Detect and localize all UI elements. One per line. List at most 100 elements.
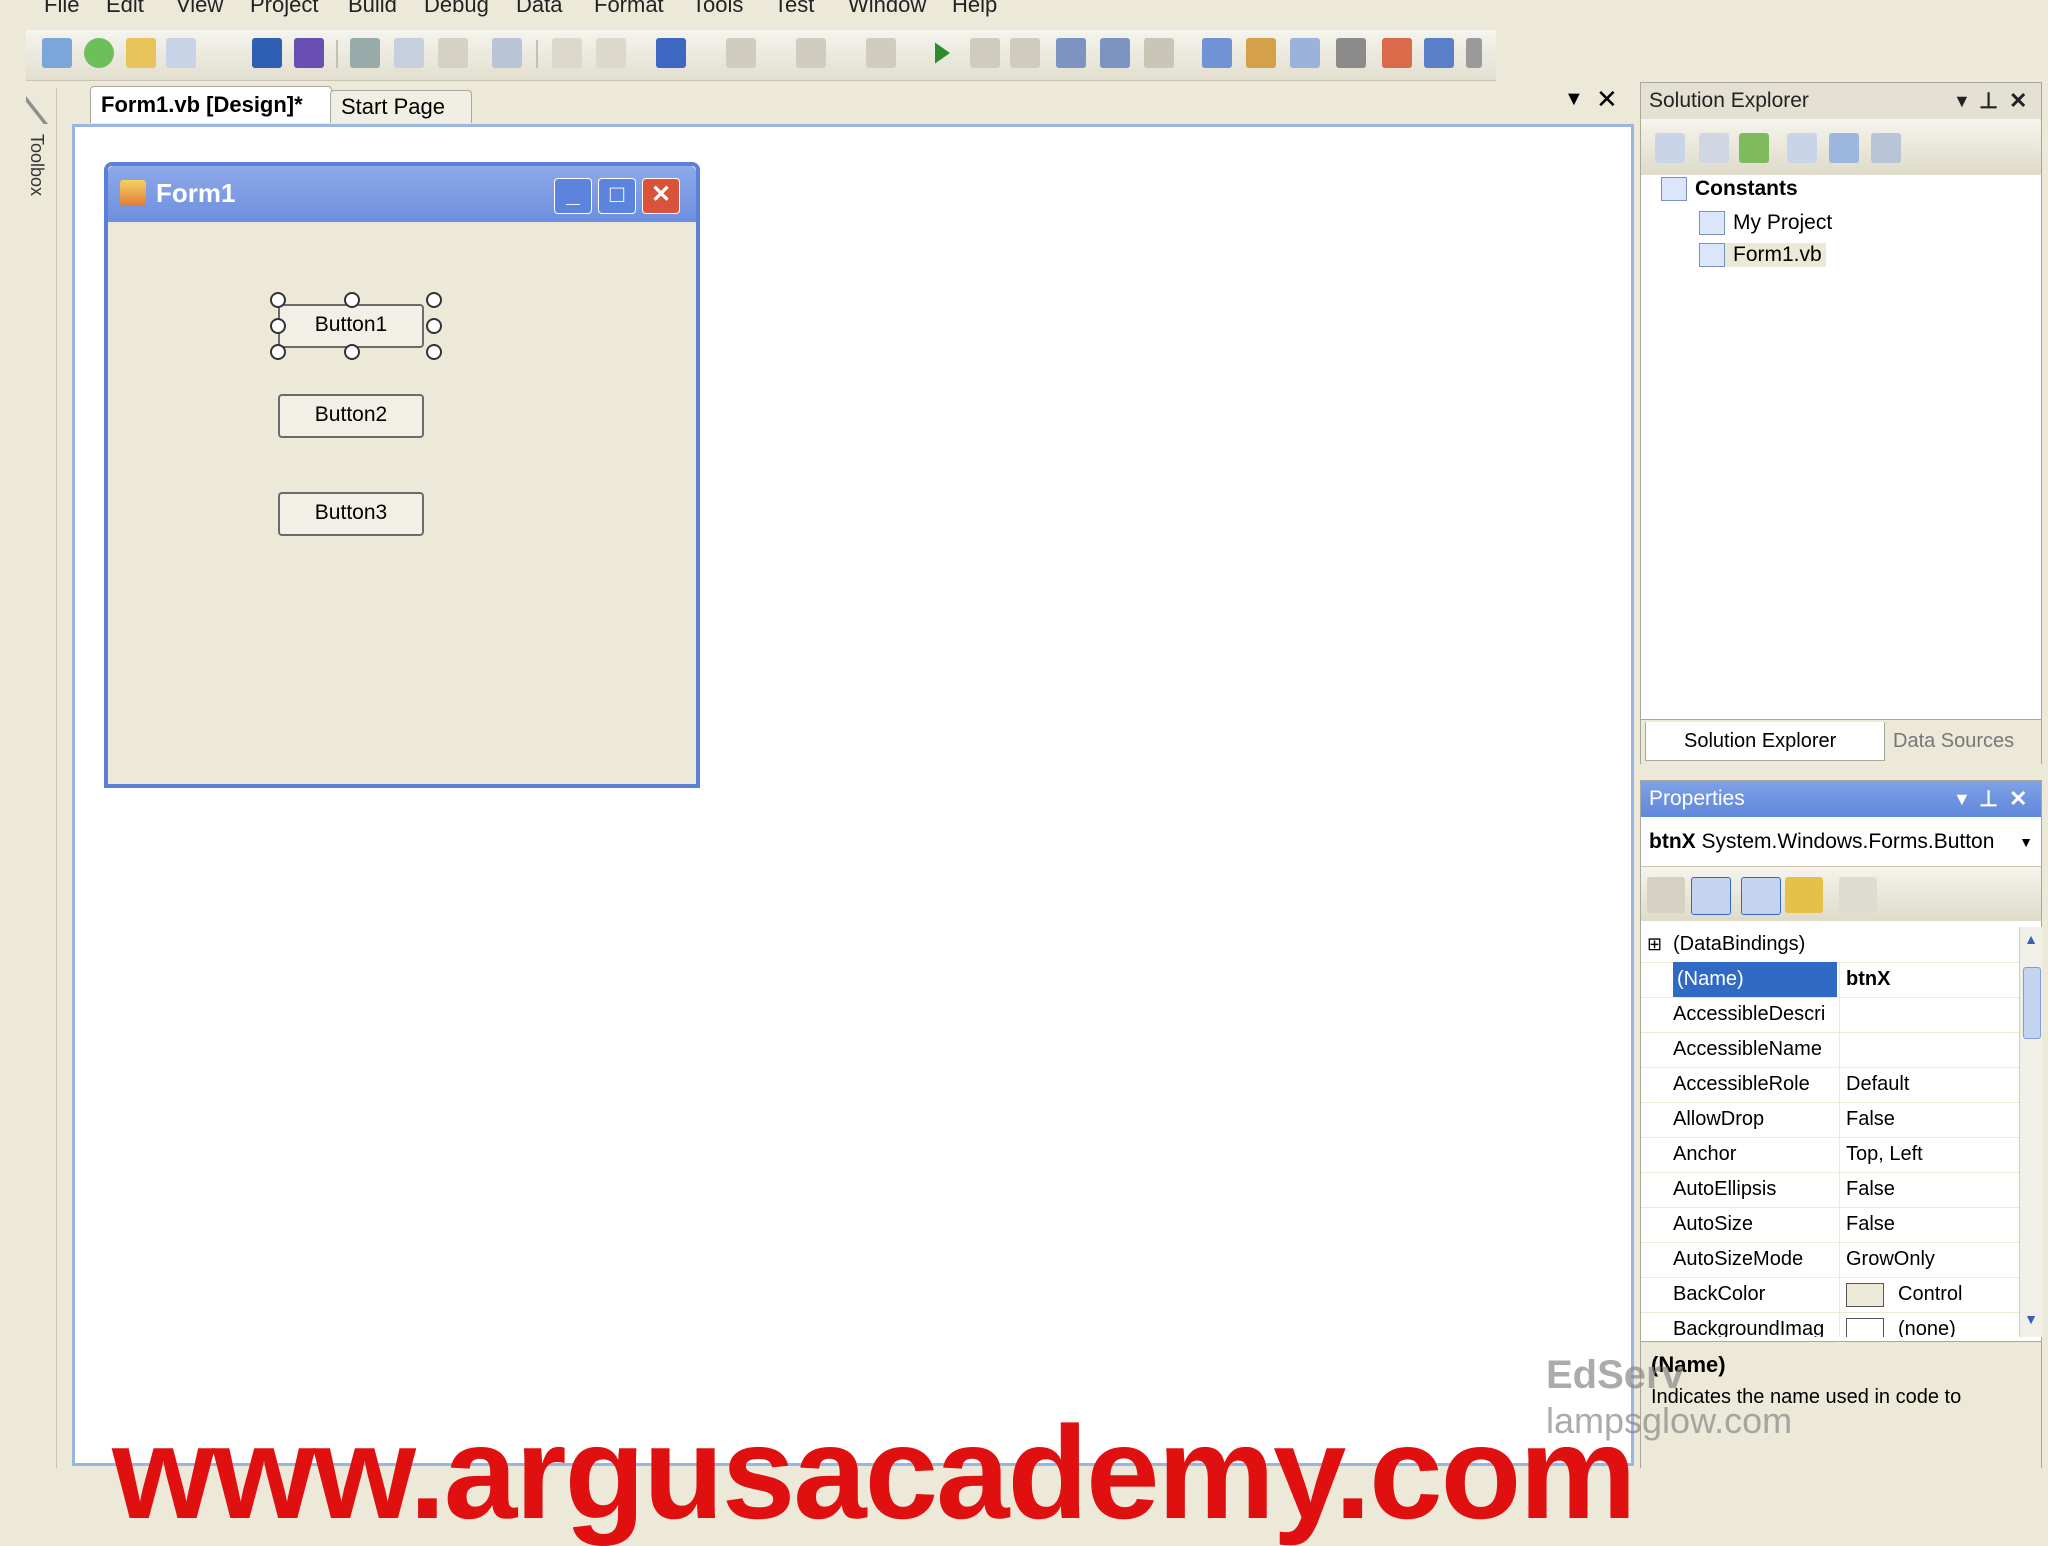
toolbox-icon[interactable]	[1336, 38, 1366, 68]
start-page-icon[interactable]	[1382, 38, 1412, 68]
menu-data[interactable]: Data	[516, 0, 562, 18]
property-row[interactable]: AutoSizeMode GrowOnly	[1641, 1242, 2019, 1278]
property-row[interactable]: ⊞ (DataBindings)	[1641, 927, 2019, 963]
show-all-files-icon[interactable]	[1699, 133, 1729, 163]
window-position-icon[interactable]: ▼	[1953, 83, 1971, 119]
tab-start-page[interactable]: Start Page	[330, 90, 472, 123]
properties-scrollbar[interactable]: ▲ ▼	[2019, 927, 2042, 1337]
stop-icon[interactable]	[1010, 38, 1040, 68]
property-value[interactable]: btnX	[1839, 962, 2019, 997]
expand-icon[interactable]: ⊞	[1647, 927, 1662, 962]
navigate-forward-icon[interactable]	[866, 38, 896, 68]
tree-item-my-project[interactable]: My Project	[1699, 211, 1832, 236]
menu-edit[interactable]: Edit	[106, 0, 144, 18]
property-row[interactable]: (Name) btnX	[1641, 962, 2019, 998]
scroll-thumb[interactable]	[2023, 967, 2041, 1039]
open-folder-icon[interactable]	[126, 38, 156, 68]
button1[interactable]: Button1	[278, 304, 424, 348]
menu-test[interactable]: Test	[774, 0, 814, 18]
object-browser-icon[interactable]	[1290, 38, 1320, 68]
class-diagram-icon[interactable]	[1871, 133, 1901, 163]
document-dropdown-icon[interactable]: ▼	[1564, 88, 1584, 111]
property-row[interactable]: AccessibleDescri	[1641, 997, 2019, 1033]
property-value[interactable]: False	[1839, 1172, 2019, 1207]
menu-view[interactable]: View	[176, 0, 223, 18]
pause-icon[interactable]	[970, 38, 1000, 68]
property-value[interactable]	[1839, 1032, 2019, 1067]
property-value[interactable]: (none)	[1839, 1312, 2019, 1337]
save-all-icon[interactable]	[294, 38, 324, 68]
cut-icon[interactable]	[350, 38, 380, 68]
tree-item-form1[interactable]: Form1.vb	[1699, 243, 1826, 268]
form1-title-bar[interactable]: Form1 _ □ ✕	[108, 166, 696, 222]
form1-window[interactable]: Form1 _ □ ✕ Button1 Button2 Button3	[104, 162, 700, 788]
close-document-icon[interactable]: ✕	[1596, 84, 1618, 115]
resize-handle[interactable]	[270, 344, 286, 360]
tree-item-project[interactable]: Constants	[1661, 177, 1798, 202]
resize-handle[interactable]	[344, 292, 360, 308]
property-row[interactable]: AccessibleName	[1641, 1032, 2019, 1068]
properties-window-icon[interactable]	[1246, 38, 1276, 68]
close-panel-icon[interactable]: ✕	[2009, 781, 2027, 817]
refresh-icon[interactable]	[1739, 133, 1769, 163]
redo-icon[interactable]	[726, 38, 756, 68]
menu-window[interactable]: Window	[848, 0, 926, 18]
menu-tools[interactable]: Tools	[692, 0, 743, 18]
menu-build[interactable]: Build	[348, 0, 397, 18]
resize-handle[interactable]	[270, 318, 286, 334]
categorized-icon[interactable]	[1647, 877, 1685, 913]
menu-format[interactable]: Format	[594, 0, 664, 18]
property-row[interactable]: AutoSize False	[1641, 1207, 2019, 1243]
property-row[interactable]: Anchor Top, Left	[1641, 1137, 2019, 1173]
properties-view-icon[interactable]	[1741, 877, 1781, 915]
scroll-down-icon[interactable]: ▼	[2022, 1311, 2040, 1333]
start-debug-icon[interactable]	[935, 42, 950, 64]
property-row[interactable]: AccessibleRole Default	[1641, 1067, 2019, 1103]
property-row[interactable]: AutoEllipsis False	[1641, 1172, 2019, 1208]
resize-handle[interactable]	[426, 344, 442, 360]
button3[interactable]: Button3	[278, 492, 424, 536]
property-value[interactable]: GrowOnly	[1839, 1242, 2019, 1277]
undo-icon[interactable]	[656, 38, 686, 68]
property-row[interactable]: BackColor Control	[1641, 1277, 2019, 1313]
property-row[interactable]: AllowDrop False	[1641, 1102, 2019, 1138]
new-project-icon[interactable]	[42, 38, 72, 68]
scroll-up-icon[interactable]: ▲	[2022, 931, 2040, 953]
resize-handle[interactable]	[426, 292, 442, 308]
properties-icon[interactable]	[1655, 133, 1685, 163]
property-value[interactable]: False	[1839, 1207, 2019, 1242]
property-value[interactable]: False	[1839, 1102, 2019, 1137]
tab-data-sources[interactable]: Data Sources	[1855, 722, 2043, 760]
property-pages-icon[interactable]	[1839, 877, 1877, 913]
save-icon[interactable]	[252, 38, 282, 68]
menu-help[interactable]: Help	[952, 0, 997, 18]
add-new-item-icon[interactable]	[166, 38, 196, 68]
minimize-icon[interactable]: _	[554, 178, 592, 214]
paste-icon[interactable]	[438, 38, 468, 68]
resize-handle[interactable]	[426, 318, 442, 334]
step-out-icon[interactable]	[1144, 38, 1174, 68]
property-value[interactable]: Control	[1839, 1277, 2019, 1312]
toolbar-options-icon[interactable]	[1466, 38, 1482, 68]
window-position-icon[interactable]: ▼	[1953, 781, 1971, 817]
menu-project[interactable]: Project	[250, 0, 318, 18]
menu-debug[interactable]: Debug	[424, 0, 489, 18]
tab-form1-design[interactable]: Form1.vb [Design]*	[90, 86, 332, 123]
tab-solution-explorer[interactable]: Solution Explorer	[1645, 722, 1885, 761]
property-row[interactable]: BackgroundImag (none)	[1641, 1312, 2019, 1337]
close-panel-icon[interactable]: ✕	[2009, 83, 2027, 119]
step-into-icon[interactable]	[1056, 38, 1086, 68]
close-icon[interactable]: ✕	[642, 178, 680, 214]
object-selector[interactable]: btnX System.Windows.Forms.Button ▼	[1641, 817, 2041, 867]
menu-file[interactable]: File	[44, 0, 79, 18]
resize-handle[interactable]	[344, 344, 360, 360]
view-designer-icon[interactable]	[1829, 133, 1859, 163]
property-value[interactable]: Top, Left	[1839, 1137, 2019, 1172]
events-icon[interactable]	[1785, 877, 1823, 913]
property-value[interactable]: Default	[1839, 1067, 2019, 1102]
copy-icon[interactable]	[394, 38, 424, 68]
maximize-icon[interactable]: □	[598, 178, 636, 214]
pin-icon[interactable]: ⊥	[1979, 83, 1998, 119]
resize-handle[interactable]	[270, 292, 286, 308]
find-icon[interactable]	[492, 38, 522, 68]
